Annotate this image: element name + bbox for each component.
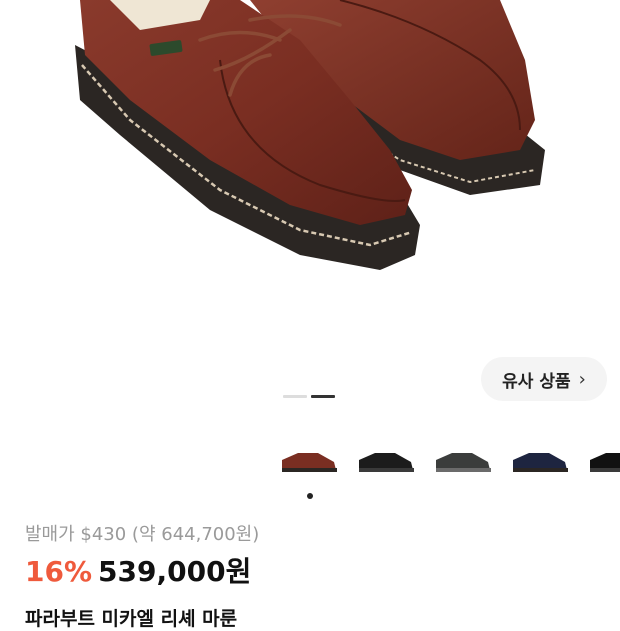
color-thumbnails (278, 440, 620, 484)
image-pager (283, 395, 335, 398)
product-title: 파라부트 미카엘 리셰 마룬 (25, 608, 238, 630)
black-shoe-thumb[interactable] (355, 440, 419, 484)
navy-shoe-thumb[interactable] (509, 440, 573, 484)
product-image[interactable] (0, 0, 620, 330)
sale-price: 539,000원 (98, 555, 252, 588)
similar-products-button[interactable]: 유사 상품 › (481, 357, 607, 401)
price-row: 16% 539,000원 (25, 550, 251, 590)
pager-segment-active (311, 395, 335, 398)
brown-shoe-thumb[interactable] (278, 440, 342, 484)
black-velvet-shoe-thumb[interactable] (586, 440, 620, 484)
retail-price: 발매가 $430 (약 644,700원) (25, 524, 260, 545)
pager-segment (283, 395, 307, 398)
selected-thumb-indicator (307, 493, 313, 499)
gray-shoe-thumb[interactable] (432, 440, 496, 484)
discount-rate: 16% (25, 555, 93, 588)
chevron-right-icon: › (578, 368, 586, 390)
similar-products-label: 유사 상품 (502, 371, 571, 392)
